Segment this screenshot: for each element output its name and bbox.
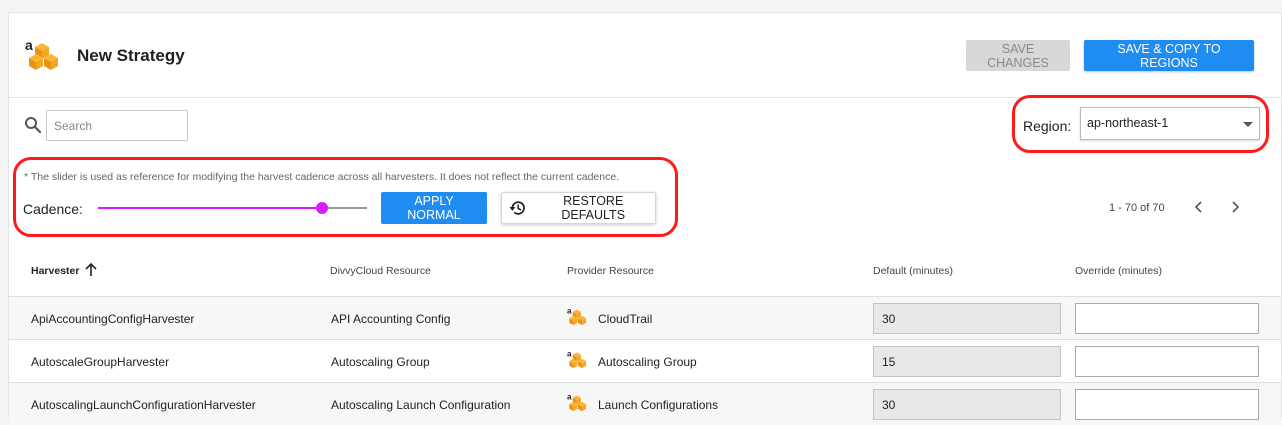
- aws-logo-icon: a: [567, 350, 587, 369]
- provider-resource: Launch Configurations: [598, 398, 719, 412]
- header: a New Strategy SAVE CHANGES SAVE & COPY …: [9, 13, 1281, 98]
- aws-logo-icon: a: [25, 37, 58, 70]
- pagination-text: 1 - 70 of 70: [1109, 202, 1165, 214]
- override-minutes-input[interactable]: [1075, 346, 1259, 377]
- divvycloud-resource: API Accounting Config: [331, 312, 451, 326]
- save-copy-to-regions-button[interactable]: SAVE & COPY TO REGIONS: [1084, 40, 1254, 71]
- cadence-highlight: [13, 157, 678, 237]
- harvester-name: AutoscalingLaunchConfigurationHarvester: [31, 398, 256, 412]
- column-header-default[interactable]: Default (minutes): [873, 265, 953, 277]
- sort-arrow-up-icon[interactable]: [84, 261, 98, 277]
- save-changes-button[interactable]: SAVE CHANGES: [966, 40, 1070, 71]
- override-minutes-input[interactable]: [1075, 389, 1259, 420]
- provider-resource: CloudTrail: [598, 312, 653, 326]
- page-title: New Strategy: [77, 46, 185, 65]
- svg-text:a: a: [567, 393, 572, 402]
- search-icon: [25, 117, 42, 134]
- svg-text:a: a: [567, 307, 572, 316]
- harvester-name: ApiAccountingConfigHarvester: [31, 312, 195, 326]
- chevron-left-icon[interactable]: [1191, 199, 1207, 215]
- aws-logo-icon: a: [567, 393, 587, 412]
- aws-logo-icon: a: [567, 307, 587, 326]
- search-input[interactable]: [46, 110, 188, 141]
- column-header-harvester[interactable]: Harvester: [31, 265, 79, 277]
- chevron-right-icon[interactable]: [1227, 199, 1243, 215]
- default-minutes-field: 30: [873, 303, 1061, 334]
- region-highlight: [1012, 95, 1269, 153]
- row-divider: [9, 339, 1281, 340]
- svg-text:a: a: [25, 37, 33, 53]
- svg-text:a: a: [567, 350, 572, 359]
- harvester-name: AutoscaleGroupHarvester: [31, 355, 170, 369]
- override-minutes-input[interactable]: [1075, 303, 1259, 334]
- column-header-divvycloud-resource[interactable]: DivvyCloud Resource: [330, 265, 431, 277]
- provider-resource: Autoscaling Group: [598, 355, 697, 369]
- divvycloud-resource: Autoscaling Group: [331, 355, 430, 369]
- column-header-override[interactable]: Override (minutes): [1075, 265, 1162, 277]
- column-header-provider-resource[interactable]: Provider Resource: [567, 265, 654, 277]
- strategy-card: a New Strategy SAVE CHANGES SAVE & COPY …: [8, 12, 1282, 425]
- default-minutes-field: 15: [873, 346, 1061, 377]
- default-minutes-field: 30: [873, 389, 1061, 420]
- divvycloud-resource: Autoscaling Launch Configuration: [331, 398, 511, 412]
